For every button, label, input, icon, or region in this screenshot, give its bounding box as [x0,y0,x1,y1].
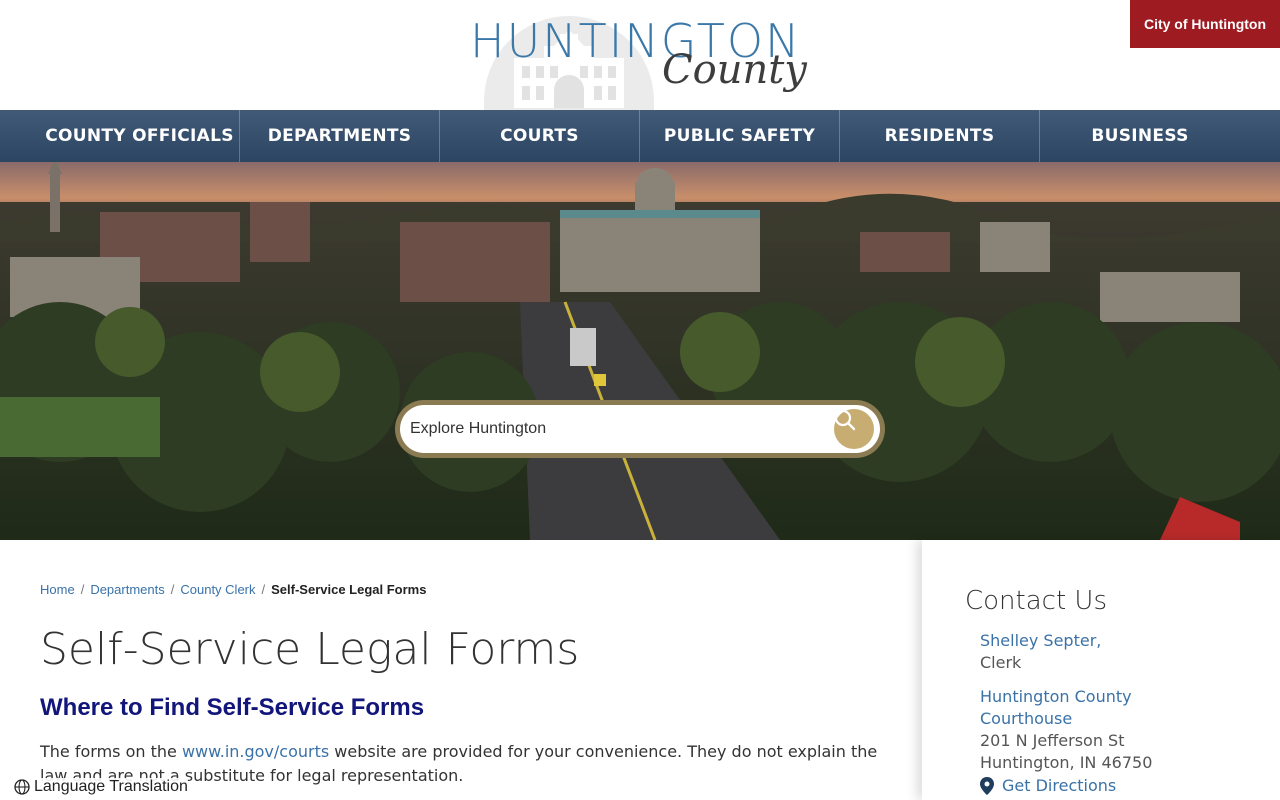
breadcrumb-separator: / [170,582,175,597]
courthouse-link-continued[interactable]: Courthouse [980,709,1072,728]
get-directions[interactable]: Get Directions [980,776,1116,795]
breadcrumb-separator: / [80,582,85,597]
hero-banner [0,162,1280,540]
location-link-line1: Huntington County [980,686,1132,708]
search-field-wrapper [400,405,880,453]
address-line2: Huntington, IN 46750 [980,753,1153,772]
contact-role: Clerk [980,653,1022,672]
get-directions-link[interactable]: Get Directions [1002,776,1116,795]
contact-name: Shelley Septer, [980,630,1101,652]
hero-city-image [0,162,1280,540]
breadcrumb-departments[interactable]: Departments [90,582,164,597]
city-of-huntington-link[interactable]: City of Huntington [1130,0,1280,48]
contact-sidebar: Contact Us Shelley Septer, Clerk Hunting… [922,540,1280,800]
nav-item-business[interactable]: BUSINESS [1040,110,1240,162]
contact-name-link[interactable]: Shelley Septer, [980,631,1101,650]
nav-item-public-safety[interactable]: PUBLIC SAFETY [640,110,840,162]
page-title: Self-Service Legal Forms [40,624,580,675]
map-pin-icon [980,776,994,795]
nav-item-courts[interactable]: COURTS [440,110,640,162]
logo-script: County [662,47,807,93]
breadcrumb-current: Self-Service Legal Forms [271,582,427,597]
language-translation[interactable]: Language Translation [14,778,188,796]
nav-item-county-officials[interactable]: COUNTY OFFICIALS [40,110,240,162]
breadcrumb-home[interactable]: Home [40,582,75,597]
section-heading: Where to Find Self-Service Forms [40,694,425,721]
address-line1: 201 N Jefferson St [980,731,1125,750]
courthouse-link[interactable]: Huntington County [980,687,1132,706]
search-bar [395,400,885,458]
breadcrumb: Home / Departments / County Clerk / Self… [40,582,426,597]
nav-item-departments[interactable]: DEPARTMENTS [240,110,440,162]
search-icon [834,409,856,431]
site-header: HUNTINGTON County City of Huntington [0,0,1280,116]
breadcrumb-county-clerk[interactable]: County Clerk [180,582,255,597]
in-gov-courts-link[interactable]: www.in.gov/courts [182,742,329,761]
location-link-line2: Courthouse [980,708,1072,730]
search-input[interactable] [410,405,830,453]
main-nav: COUNTY OFFICIALS DEPARTMENTS COURTS PUBL… [0,110,1280,162]
main-content: Home / Departments / County Clerk / Self… [40,540,900,800]
site-logo[interactable]: HUNTINGTON County [470,8,810,116]
breadcrumb-separator: / [261,582,266,597]
globe-icon [14,779,30,795]
search-button[interactable] [834,409,874,449]
language-translation-label: Language Translation [34,778,188,795]
contact-title: Contact Us [965,586,1107,616]
intro-text-before: The forms on the [40,742,182,761]
nav-item-residents[interactable]: RESIDENTS [840,110,1040,162]
